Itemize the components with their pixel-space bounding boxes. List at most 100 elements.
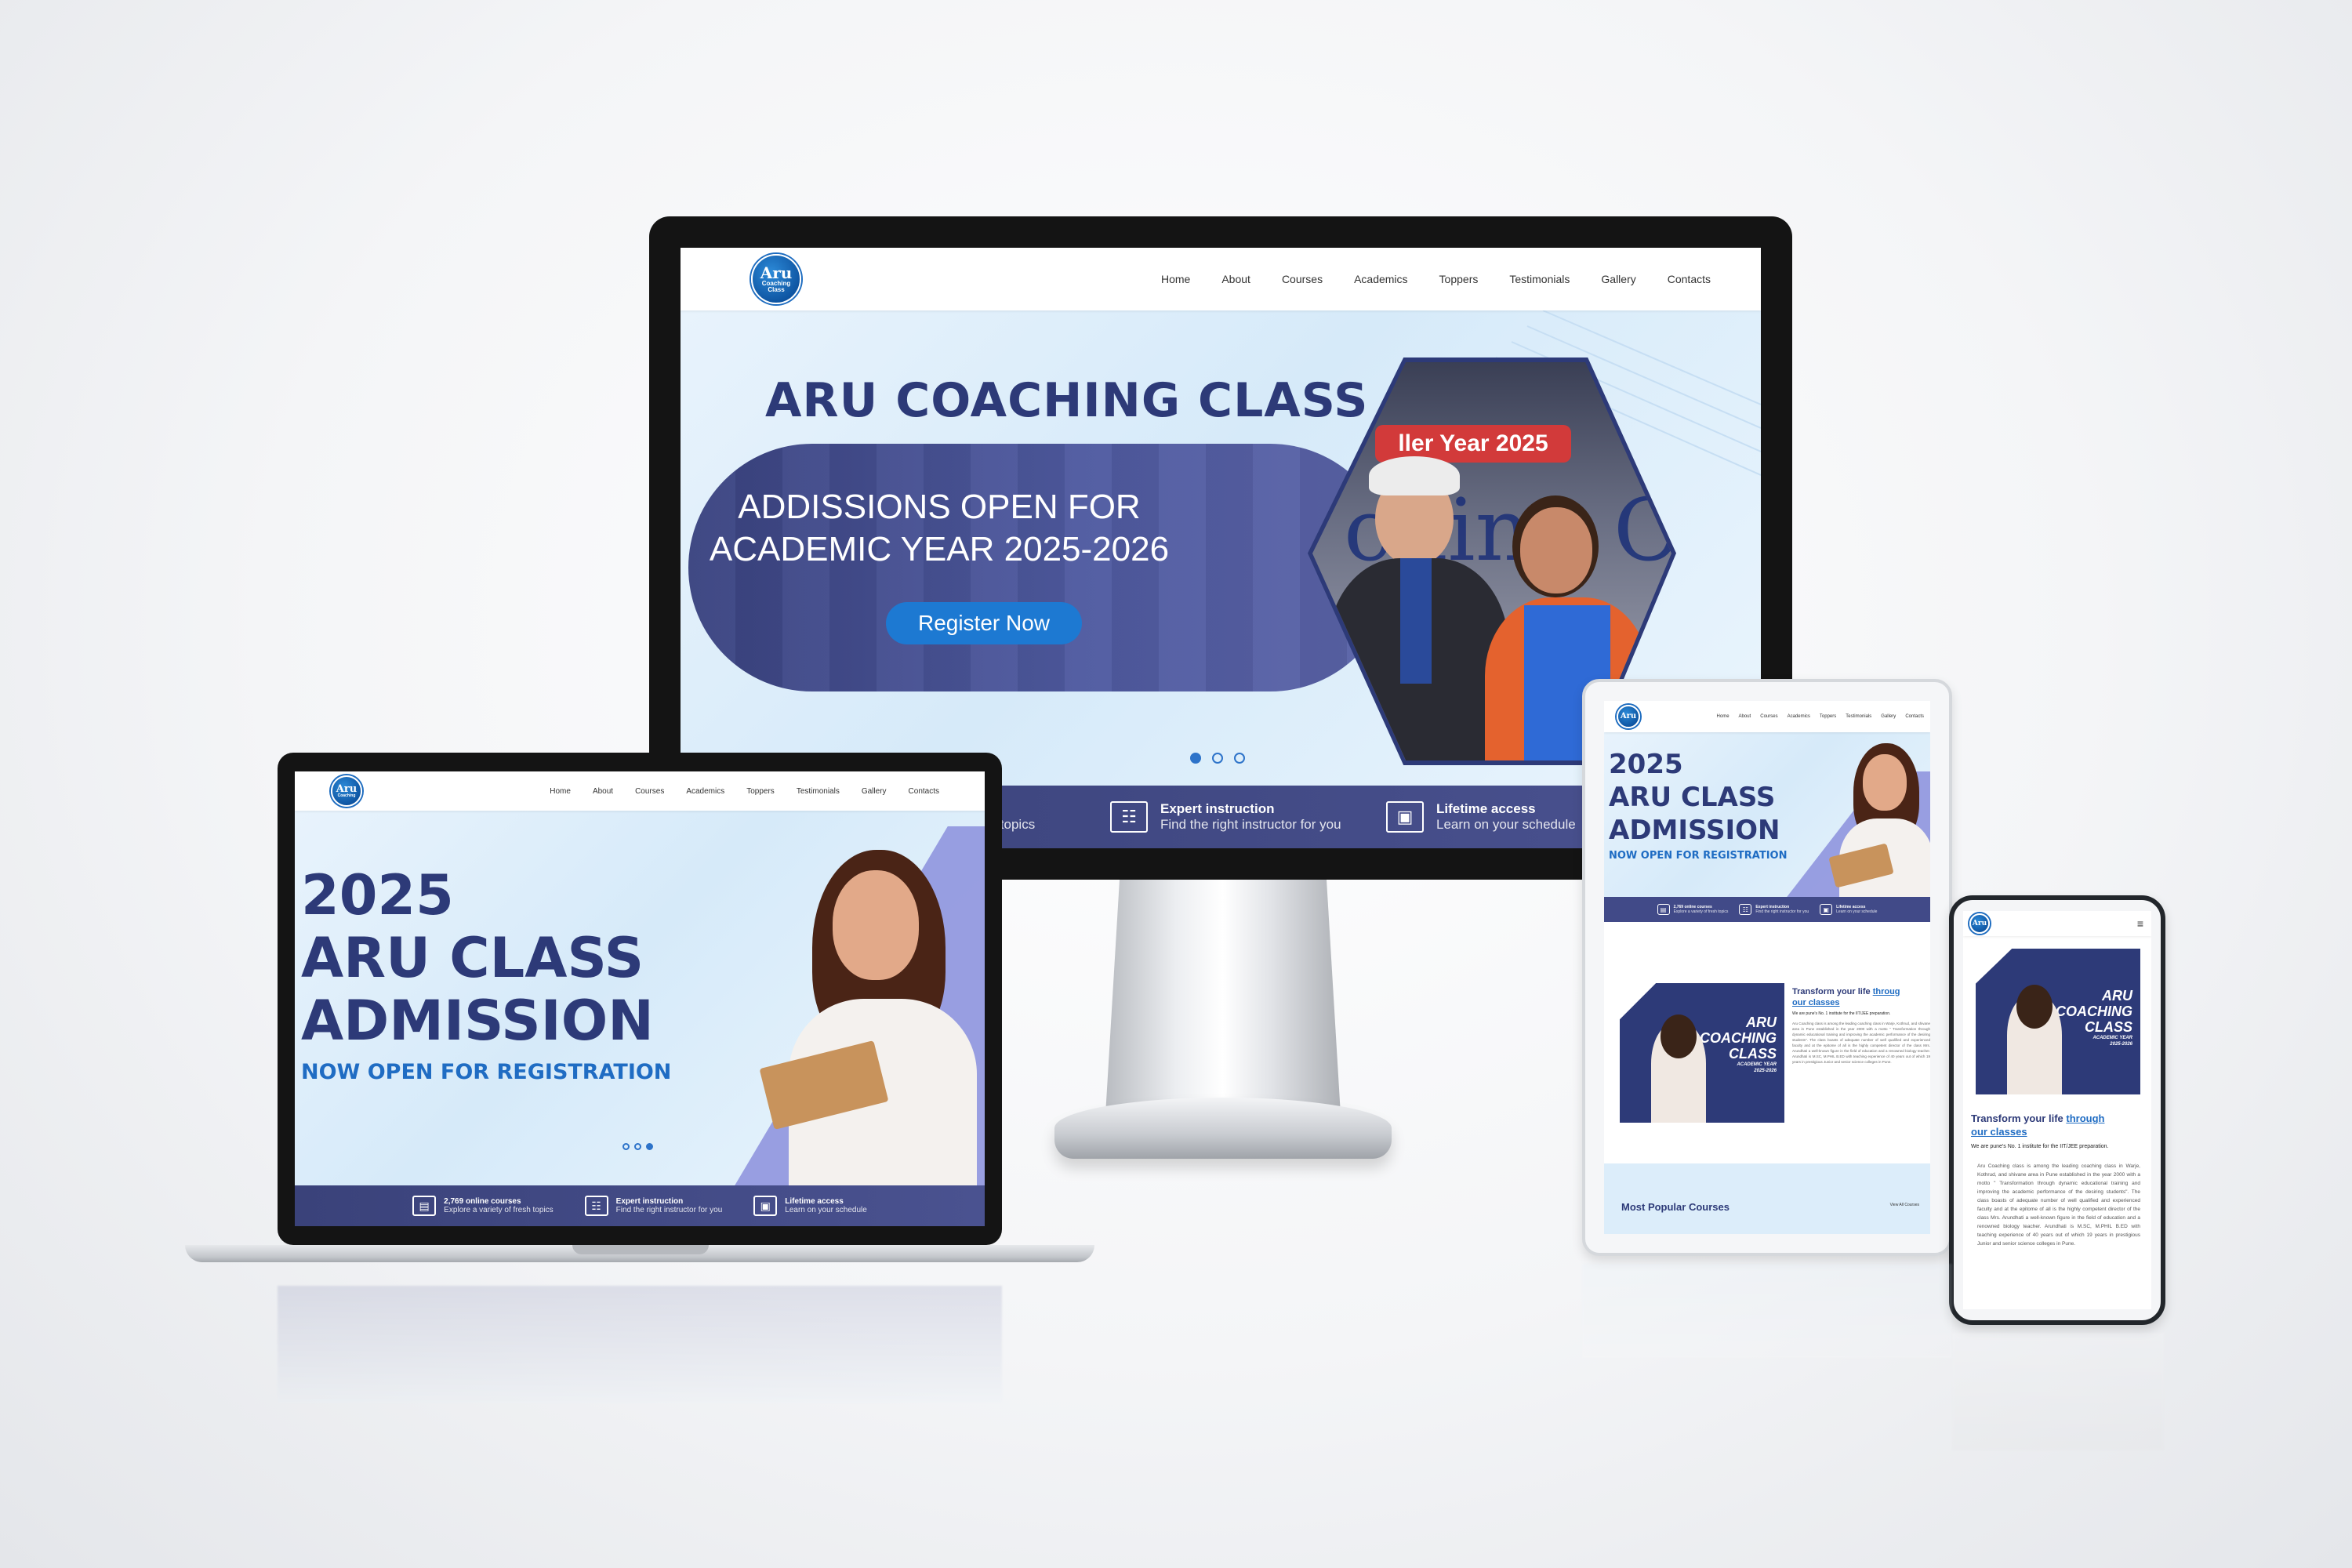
nav-about[interactable]: About bbox=[1221, 273, 1250, 285]
about-text: Transform your life through our classes … bbox=[1971, 1112, 2140, 1247]
phone-navbar: Aru ≡ bbox=[1963, 911, 2151, 936]
nav-menu: Home About Courses Academics Toppers Tes… bbox=[550, 787, 939, 796]
hero-title: ARU COACHING CLASS bbox=[765, 373, 1369, 428]
hero-line-2: ACADEMIC YEAR 2025-2026 bbox=[709, 530, 1170, 568]
slider-dot-3[interactable] bbox=[1234, 753, 1245, 764]
nav-courses[interactable]: Courses bbox=[635, 787, 664, 796]
logo[interactable]: Aru bbox=[1969, 913, 1990, 934]
nav-toppers[interactable]: Toppers bbox=[1820, 714, 1836, 719]
about-text: Transform your life throug our classes W… bbox=[1792, 987, 1930, 1064]
nav-about[interactable]: About bbox=[593, 787, 613, 796]
admission-hero: 2025 ARU CLASS ADMISSION NOW OPEN FOR RE… bbox=[1604, 732, 1930, 920]
nav-contacts[interactable]: Contacts bbox=[1668, 273, 1711, 285]
nav-home[interactable]: Home bbox=[1161, 273, 1190, 285]
feature-lifetime: ▣ Lifetime access Learn on your schedule bbox=[1386, 801, 1576, 833]
slider-dot-1[interactable] bbox=[1190, 753, 1201, 764]
view-all-courses-link[interactable]: View All Courses bbox=[1890, 1203, 1919, 1207]
about-poster: ARU COACHING CLASS ACADEMIC YEAR 2025-20… bbox=[1976, 949, 2140, 1094]
about-poster: ARU COACHING CLASS ACADEMIC YEAR 2025-20… bbox=[1620, 983, 1784, 1123]
admission-title: 2025 ARU CLASS ADMISSION bbox=[1609, 749, 1780, 846]
hamburger-menu-icon[interactable]: ≡ bbox=[2137, 917, 2143, 930]
admission-line-2: ADMISSION bbox=[301, 989, 654, 1053]
instructor-icon: ☷ bbox=[584, 1196, 608, 1216]
nav-academics[interactable]: Academics bbox=[1354, 273, 1407, 285]
lifetime-icon: ▣ bbox=[1820, 904, 1833, 915]
nav-toppers[interactable]: Toppers bbox=[746, 787, 775, 796]
student-photo bbox=[759, 842, 985, 1185]
laptop-notch bbox=[572, 1245, 709, 1254]
logo[interactable]: Aru bbox=[1617, 705, 1640, 728]
admission-title: 2025 ARU CLASS ADMISSION bbox=[301, 864, 654, 1052]
nav-menu: Home About Courses Academics Toppers Tes… bbox=[1717, 714, 1924, 719]
nav-contacts[interactable]: Contacts bbox=[1905, 714, 1924, 719]
admission-sub: NOW OPEN FOR REGISTRATION bbox=[301, 1060, 672, 1084]
admission-line-1: ARU CLASS bbox=[301, 926, 644, 990]
feature-expert: ☷ Expert instruction Find the right instr… bbox=[584, 1196, 722, 1216]
slider-dot-2[interactable] bbox=[1212, 753, 1223, 764]
nav-contacts[interactable]: Contacts bbox=[909, 787, 939, 796]
admission-sub: NOW OPEN FOR REGISTRATION bbox=[1609, 850, 1788, 862]
nav-testimonials[interactable]: Testimonials bbox=[797, 787, 840, 796]
instructor-icon: ☷ bbox=[1739, 904, 1752, 915]
logo[interactable]: Aru Coaching Class bbox=[751, 254, 801, 304]
slider-dot-2[interactable] bbox=[634, 1143, 641, 1150]
feature-2-sub: Find the right instructor for you bbox=[1160, 817, 1341, 832]
about-heading-link[interactable]: through bbox=[2066, 1112, 2104, 1124]
feature-3-title: Lifetime access bbox=[1436, 801, 1536, 816]
monitor-stand-base bbox=[1054, 1098, 1392, 1159]
courses-section: Most Popular Courses View All Courses bbox=[1604, 1163, 1930, 1234]
admission-hero: 2025 ARU CLASS ADMISSION NOW OPEN FOR RE… bbox=[295, 811, 985, 1185]
laptop: Aru Coaching Home About Courses Academic… bbox=[278, 753, 1002, 1245]
laptop-feature-bar: ▤ 2,769 online courses Explore a variety … bbox=[295, 1185, 985, 1226]
phone: Aru ≡ ARU COACHING CLASS ACADEMIC YEAR 2… bbox=[1949, 895, 2165, 1325]
tablet-navbar: Aru Home About Courses Academics Toppers… bbox=[1604, 701, 1930, 732]
book-icon: ▤ bbox=[1657, 904, 1670, 915]
nav-home[interactable]: Home bbox=[1717, 714, 1730, 719]
nav-gallery[interactable]: Gallery bbox=[1601, 273, 1635, 285]
laptop-navbar: Aru Coaching Home About Courses Academic… bbox=[295, 771, 985, 811]
tablet-feature-bar: ▤ 2,769 online courses Explore a variety … bbox=[1604, 897, 1930, 922]
book-icon: ▤ bbox=[412, 1196, 437, 1216]
instructor-icon: ☷ bbox=[1110, 801, 1148, 833]
feature-courses: ▤ 2,769 online courses Explore a variety … bbox=[412, 1196, 554, 1216]
laptop-screen: Aru Coaching Home About Courses Academic… bbox=[295, 771, 985, 1226]
lifetime-icon: ▣ bbox=[1386, 801, 1424, 833]
about-heading-link[interactable]: throug bbox=[1873, 987, 1900, 996]
phone-reflection bbox=[1952, 1333, 2164, 1450]
tablet: Aru Home About Courses Academics Toppers… bbox=[1582, 679, 1952, 1256]
slider-dot-3[interactable] bbox=[646, 1143, 653, 1150]
nav-toppers[interactable]: Toppers bbox=[1439, 273, 1479, 285]
nav-testimonials[interactable]: Testimonials bbox=[1846, 714, 1871, 719]
nav-academics[interactable]: Academics bbox=[1788, 714, 1810, 719]
student-photo bbox=[1828, 740, 1930, 920]
desktop-navbar: Aru Coaching Class Home About Courses Ac… bbox=[681, 248, 1761, 310]
feature-3-sub: Learn on your schedule bbox=[1436, 817, 1576, 832]
phone-screen: Aru ≡ ARU COACHING CLASS ACADEMIC YEAR 2… bbox=[1963, 911, 2151, 1309]
hero-banner: ADDISSIONS OPEN FOR ACADEMIC YEAR 2025-2… bbox=[688, 444, 1394, 691]
admission-year: 2025 bbox=[301, 863, 454, 927]
tablet-screen: Aru Home About Courses Academics Toppers… bbox=[1604, 701, 1930, 1234]
monitor-stand bbox=[1105, 880, 1341, 1115]
nav-gallery[interactable]: Gallery bbox=[862, 787, 887, 796]
logo[interactable]: Aru Coaching bbox=[331, 775, 362, 807]
feature-expert: ☷ Expert instruction Find the right inst… bbox=[1110, 801, 1341, 833]
slider-dots bbox=[622, 1143, 653, 1150]
register-now-button[interactable]: Register Now bbox=[886, 602, 1082, 644]
nav-gallery[interactable]: Gallery bbox=[1881, 714, 1896, 719]
slider-dots bbox=[1190, 753, 1245, 764]
feature-lifetime: ▣ Lifetime access Learn on your schedule bbox=[753, 1196, 867, 1216]
tablet-reflection bbox=[1582, 1264, 1952, 1358]
laptop-reflection bbox=[278, 1286, 1002, 1403]
nav-academics[interactable]: Academics bbox=[686, 787, 724, 796]
nav-courses[interactable]: Courses bbox=[1760, 714, 1777, 719]
slider-dot-1[interactable] bbox=[622, 1143, 630, 1150]
lifetime-icon: ▣ bbox=[753, 1196, 778, 1216]
courses-heading: Most Popular Courses bbox=[1621, 1201, 1730, 1213]
nav-courses[interactable]: Courses bbox=[1282, 273, 1323, 285]
nav-home[interactable]: Home bbox=[550, 787, 571, 796]
nav-menu: Home About Courses Academics Toppers Tes… bbox=[1161, 273, 1711, 285]
nav-testimonials[interactable]: Testimonials bbox=[1509, 273, 1570, 285]
feature-2-title: Expert instruction bbox=[1160, 801, 1275, 816]
nav-about[interactable]: About bbox=[1739, 714, 1751, 719]
hero-line-1: ADDISSIONS OPEN FOR bbox=[738, 488, 1141, 526]
